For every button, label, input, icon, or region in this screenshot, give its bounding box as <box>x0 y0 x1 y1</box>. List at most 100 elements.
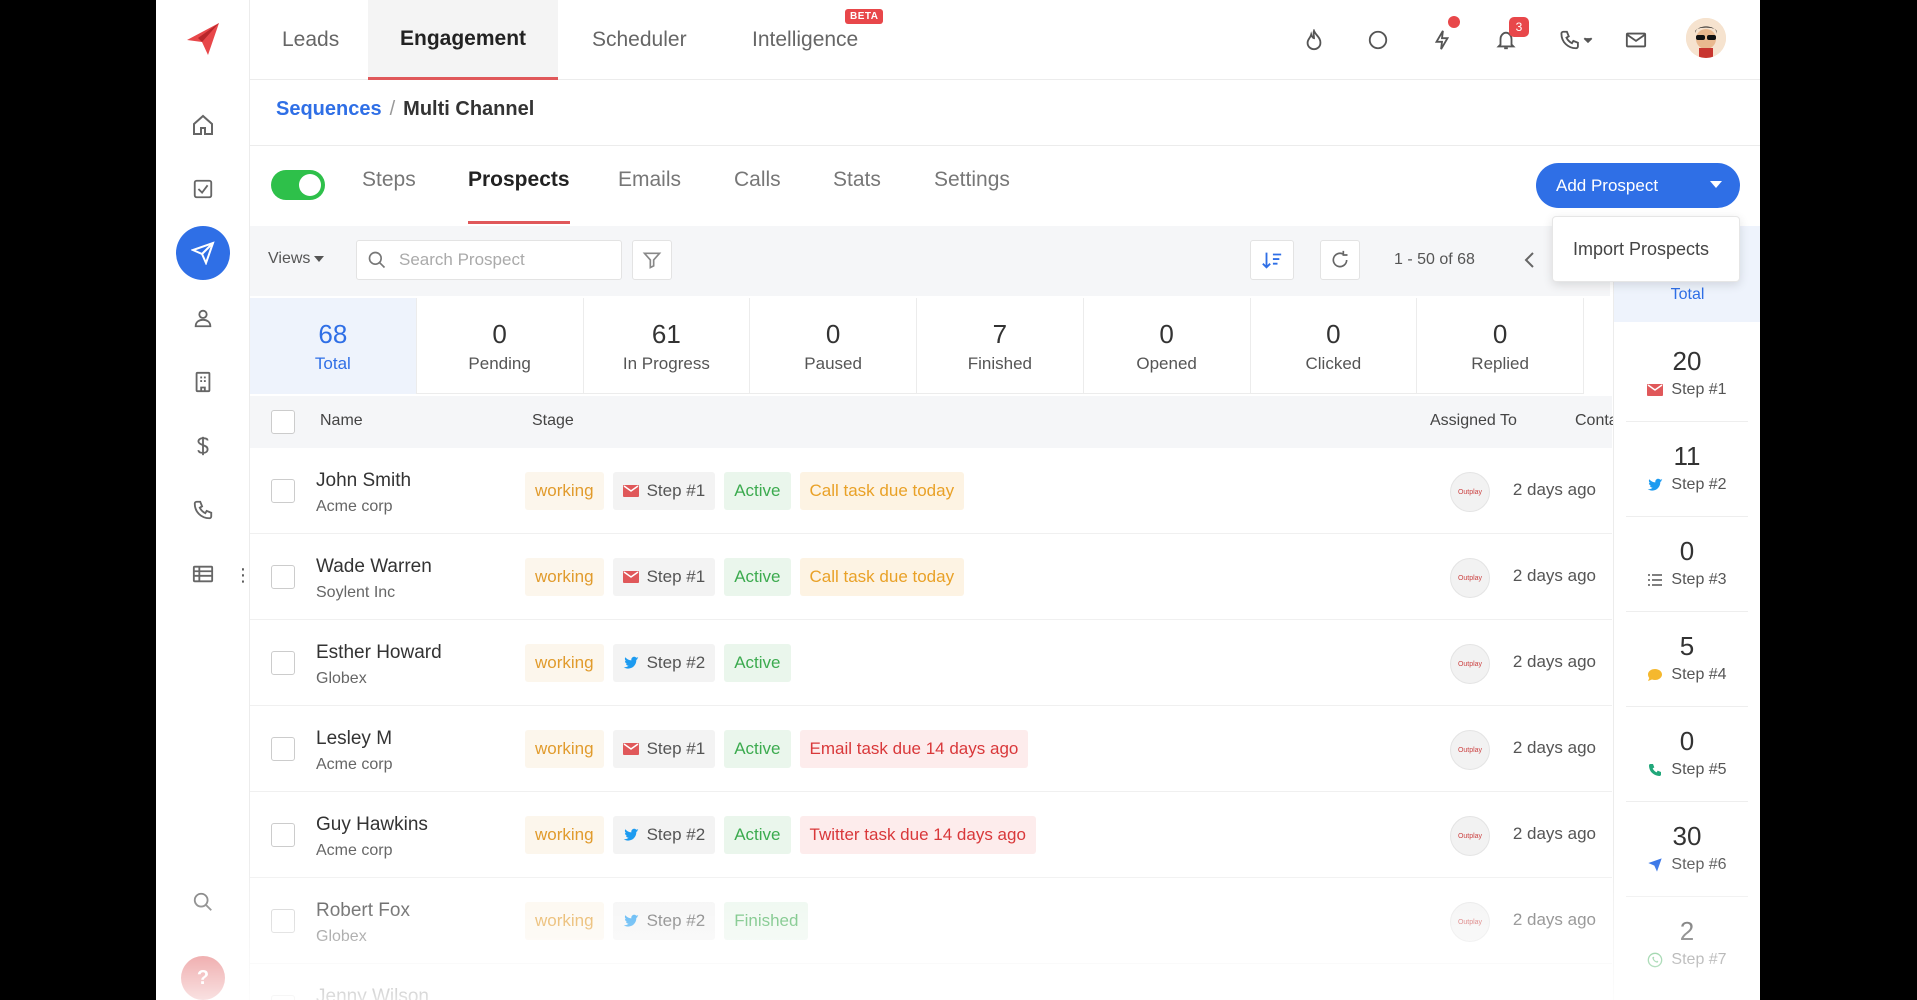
previous-page-button[interactable] <box>1512 240 1546 280</box>
step-card-6[interactable]: 30 Step #6 <box>1626 811 1748 897</box>
task-overdue-tag[interactable]: Twitter task due 14 days ago <box>799 816 1036 854</box>
select-all-checkbox[interactable] <box>271 410 295 434</box>
assignee-avatar[interactable]: Outplay <box>1450 644 1490 684</box>
accounts-icon[interactable] <box>181 360 225 404</box>
table-row[interactable]: Robert Fox Globex working Step #2 Finish… <box>250 878 1612 964</box>
contacted-date: 2 days ago <box>1512 824 1596 843</box>
app-logo-icon[interactable] <box>184 20 222 58</box>
search-icon[interactable] <box>181 880 225 924</box>
subtab-steps[interactable]: Steps <box>362 168 416 224</box>
chevron-down-icon[interactable] <box>1710 181 1722 188</box>
row-checkbox[interactable] <box>271 651 295 675</box>
table-row[interactable]: Wade Warren Soylent Inc working Step #1 … <box>250 534 1612 620</box>
loading-circle-icon[interactable] <box>1362 24 1394 56</box>
row-checkbox[interactable] <box>271 565 295 589</box>
table-row[interactable]: Guy Hawkins Acme corp working Step #2 Ac… <box>250 792 1612 878</box>
email-icon <box>622 743 639 755</box>
stat-replied[interactable]: 0 Replied <box>1417 298 1584 394</box>
step-card-2[interactable]: 11 Step #2 <box>1626 431 1748 517</box>
deals-dollar-icon[interactable] <box>181 424 225 468</box>
stat-finished[interactable]: 7 Finished <box>917 298 1084 394</box>
phone-icon[interactable] <box>181 488 225 532</box>
views-dropdown[interactable]: Views <box>268 250 325 268</box>
subtab-settings[interactable]: Settings <box>934 168 1010 224</box>
step-count: 5 <box>1679 631 1695 661</box>
step-card-7[interactable]: 2 Step #7 <box>1626 906 1748 992</box>
row-checkbox[interactable] <box>271 909 295 933</box>
filter-button[interactable] <box>632 240 672 280</box>
row-checkbox[interactable] <box>271 737 295 761</box>
stat-paused[interactable]: 0 Paused <box>750 298 917 394</box>
step-card-5[interactable]: 0 Step #5 <box>1626 716 1748 802</box>
add-prospect-button[interactable]: Add Prospect <box>1536 163 1740 208</box>
subtab-calls[interactable]: Calls <box>734 168 781 224</box>
breadcrumb-separator: / <box>389 98 396 120</box>
prospect-name[interactable]: Jenny Wilson <box>316 986 429 1000</box>
prospect-name[interactable]: Esther Howard <box>316 642 442 664</box>
stat-total[interactable]: 68 Total <box>250 298 417 394</box>
user-avatar[interactable] <box>1686 18 1726 58</box>
task-due-tag[interactable]: Call task due today <box>799 472 965 510</box>
row-checkbox[interactable] <box>271 995 295 1000</box>
assignee-avatar[interactable]: Outplay <box>1450 558 1490 598</box>
filter-icon <box>642 252 662 269</box>
table-icon[interactable] <box>181 552 225 596</box>
assignee-avatar[interactable]: Outplay <box>1450 816 1490 856</box>
mail-icon[interactable] <box>1620 24 1652 56</box>
prospect-stats-bar: 68 Total 0 Pending 61 In Progress 0 Paused 7… <box>250 298 1584 394</box>
stat-label: Pending <box>468 353 531 373</box>
lightning-icon[interactable] <box>1426 24 1458 56</box>
sequence-active-toggle[interactable] <box>271 170 325 200</box>
fire-icon[interactable] <box>1298 24 1330 56</box>
task-overdue-tag[interactable]: Email task due 14 days ago <box>799 730 1029 768</box>
column-name-header[interactable]: Name <box>320 412 363 430</box>
row-checkbox[interactable] <box>271 823 295 847</box>
stage-tag: working <box>525 816 604 854</box>
stat-label: Opened <box>1136 353 1197 373</box>
stage-tag: working <box>525 472 604 510</box>
search-prospect-input[interactable] <box>399 250 599 270</box>
assignee-avatar[interactable]: Outplay <box>1450 730 1490 770</box>
stat-clicked[interactable]: 0 Clicked <box>1251 298 1418 394</box>
prospect-name[interactable]: Guy Hawkins <box>316 814 428 836</box>
stat-pending[interactable]: 0 Pending <box>417 298 584 394</box>
subtab-emails[interactable]: Emails <box>618 168 681 224</box>
prospect-name[interactable]: John Smith <box>316 470 411 492</box>
tasks-icon[interactable] <box>181 167 225 211</box>
import-prospects-menu-item[interactable]: Import Prospects <box>1552 216 1740 282</box>
task-due-tag[interactable]: Call task due today <box>799 558 965 596</box>
home-icon[interactable] <box>181 103 225 147</box>
sort-button[interactable] <box>1250 240 1294 280</box>
phone-dropdown-icon[interactable] <box>1554 24 1600 56</box>
tab-leads[interactable]: Leads <box>250 0 371 80</box>
breadcrumb-sequences-link[interactable]: Sequences <box>276 98 382 121</box>
table-row[interactable]: Jenny Wilson <box>250 964 1612 1000</box>
stat-opened[interactable]: 0 Opened <box>1084 298 1251 394</box>
step-card-4[interactable]: 5 Step #4 <box>1626 621 1748 707</box>
stat-in-progress[interactable]: 61 In Progress <box>584 298 751 394</box>
step-card-1[interactable]: 20 Step #1 <box>1626 336 1748 422</box>
table-row[interactable]: Esther Howard Globex working Step #2 Act… <box>250 620 1612 706</box>
assignee-avatar[interactable]: Outplay <box>1450 472 1490 512</box>
step-card-3[interactable]: 0 Step #3 <box>1626 526 1748 612</box>
help-button[interactable]: ? <box>181 956 225 1000</box>
row-checkbox[interactable] <box>271 479 295 503</box>
tab-scheduler[interactable]: Scheduler <box>560 0 719 80</box>
subtab-stats[interactable]: Stats <box>833 168 881 224</box>
sequences-icon[interactable] <box>176 226 230 280</box>
prospect-company: Acme corp <box>316 756 393 773</box>
subtab-prospects[interactable]: Prospects <box>468 168 570 224</box>
chat-bubble-icon <box>1648 669 1663 681</box>
refresh-button[interactable] <box>1320 240 1360 280</box>
table-row[interactable]: Lesley M Acme corp working Step #1 Activ… <box>250 706 1612 792</box>
prospect-name[interactable]: Lesley M <box>316 728 392 750</box>
table-row[interactable]: John Smith Acme corp working Step #1 Act… <box>250 448 1612 534</box>
prospect-name[interactable]: Robert Fox <box>316 900 410 922</box>
tab-engagement[interactable]: Engagement <box>368 0 559 80</box>
status-tag: Active <box>724 558 791 596</box>
prospect-name[interactable]: Wade Warren <box>316 556 432 578</box>
column-assigned-header[interactable]: Assigned To <box>1430 412 1517 430</box>
prospects-icon[interactable] <box>181 296 225 340</box>
assignee-avatar[interactable]: Outplay <box>1450 902 1490 942</box>
column-stage-header[interactable]: Stage <box>532 412 574 430</box>
